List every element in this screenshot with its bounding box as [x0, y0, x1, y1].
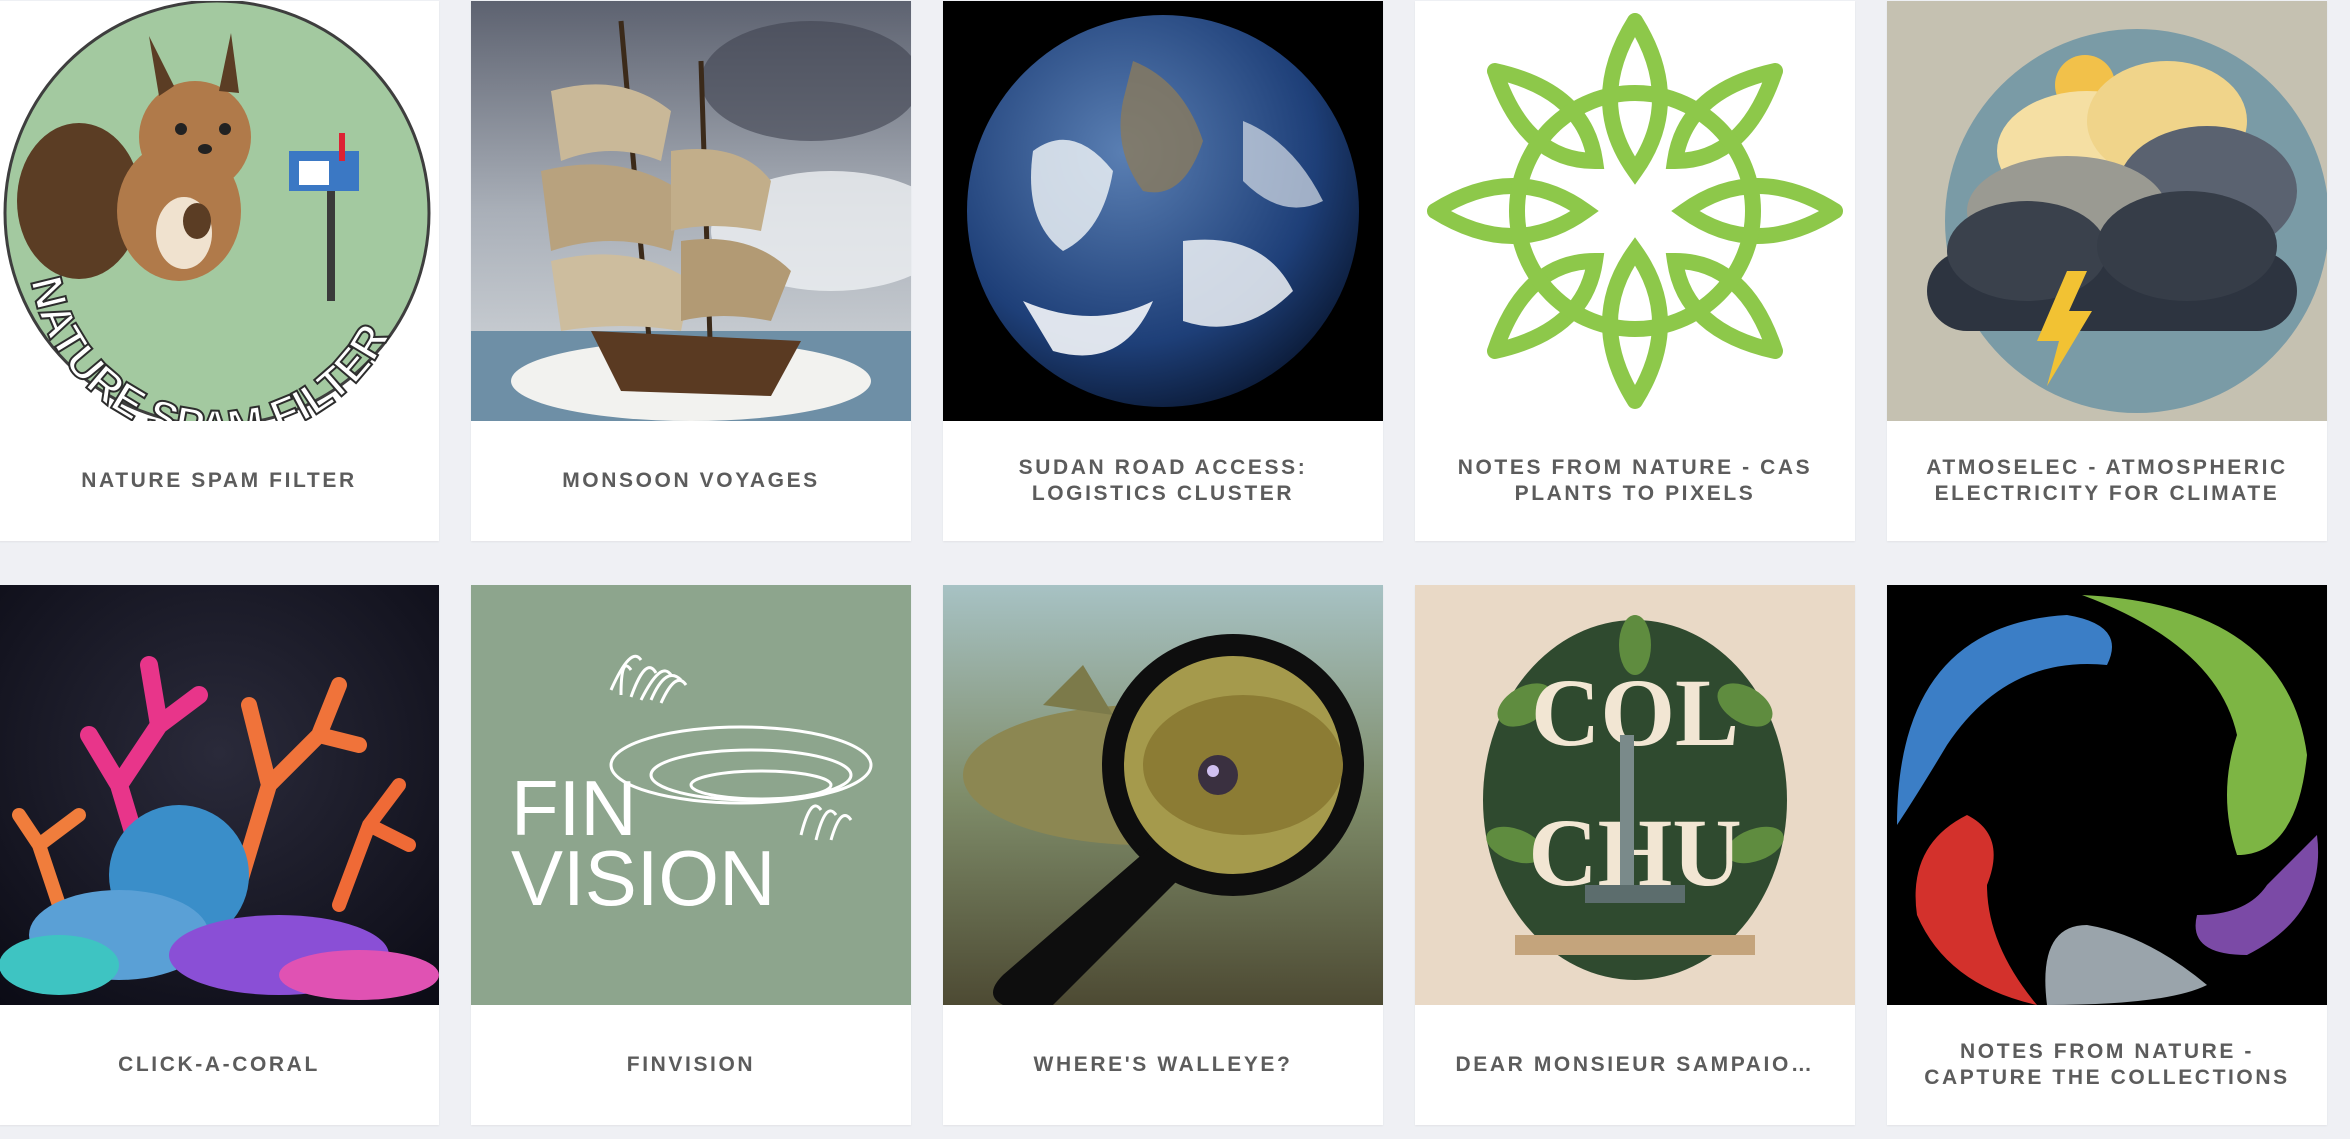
finvision-logo-image[interactable]: FIN VISION: [471, 585, 911, 1005]
project-title[interactable]: ATMOSELEC - ATMOSPHERIC ELECTRICITY FOR …: [1887, 421, 2327, 541]
project-card-click-a-coral[interactable]: CLICK-A-CORAL: [0, 585, 439, 1125]
project-card-notes-from-nature-cas[interactable]: NOTES FROM NATURE - CAS PLANTS TO PIXELS: [1415, 1, 1855, 541]
earth-globe-image[interactable]: [943, 1, 1383, 421]
project-card-nature-spam-filter[interactable]: NATURE SPAM FILTER NATURE SPAM FILTER: [0, 1, 439, 541]
sailing-ship-painting-image[interactable]: [471, 1, 911, 421]
project-card-wheres-walleye[interactable]: WHERE'S WALLEYE?: [943, 585, 1383, 1125]
project-card-atmoselec[interactable]: ATMOSELEC - ATMOSPHERIC ELECTRICITY FOR …: [1887, 1, 2327, 541]
project-title[interactable]: MONSOON VOYAGES: [471, 421, 911, 541]
green-floral-rosette-image[interactable]: [1415, 1, 1855, 421]
storm-cloud-lightning-image[interactable]: [1887, 1, 2327, 421]
project-card-finvision[interactable]: FIN VISION FINVISION: [471, 585, 911, 1125]
project-grid: NATURE SPAM FILTER NATURE SPAM FILTER: [0, 0, 2350, 1139]
project-title[interactable]: CLICK-A-CORAL: [0, 1005, 439, 1125]
notes-from-nature-swirl-logo-image[interactable]: [1887, 585, 2327, 1005]
project-title[interactable]: DEAR MONSIEUR SAMPAIO…: [1415, 1005, 1855, 1125]
project-title[interactable]: NOTES FROM NATURE - CAS PLANTS TO PIXELS: [1415, 421, 1855, 541]
project-card-dear-monsieur-sampaio[interactable]: COL CHU DEAR MONSIEUR SAMPAIO…: [1415, 585, 1855, 1125]
monogram-top: COL: [1531, 659, 1739, 766]
fish-magnifying-glass-image[interactable]: [943, 585, 1383, 1005]
neon-coral-reef-image[interactable]: [0, 585, 439, 1005]
logo-text-vision: VISION: [511, 834, 775, 922]
project-title[interactable]: WHERE'S WALLEYE?: [943, 1005, 1383, 1125]
project-title[interactable]: FINVISION: [471, 1005, 911, 1125]
project-title[interactable]: SUDAN ROAD ACCESS: LOGISTICS CLUSTER: [943, 421, 1383, 541]
project-card-notes-from-nature-capture[interactable]: NOTES FROM NATURE - CAPTURE THE COLLECTI…: [1887, 585, 2327, 1125]
botanical-monogram-microscope-image[interactable]: COL CHU: [1415, 585, 1855, 1005]
project-card-sudan-road-access[interactable]: SUDAN ROAD ACCESS: LOGISTICS CLUSTER: [943, 1, 1383, 541]
project-title[interactable]: NATURE SPAM FILTER: [0, 421, 439, 541]
squirrel-mailbox-badge-image[interactable]: NATURE SPAM FILTER: [0, 1, 439, 421]
project-title[interactable]: NOTES FROM NATURE - CAPTURE THE COLLECTI…: [1887, 1005, 2327, 1125]
project-card-monsoon-voyages[interactable]: MONSOON VOYAGES: [471, 1, 911, 541]
